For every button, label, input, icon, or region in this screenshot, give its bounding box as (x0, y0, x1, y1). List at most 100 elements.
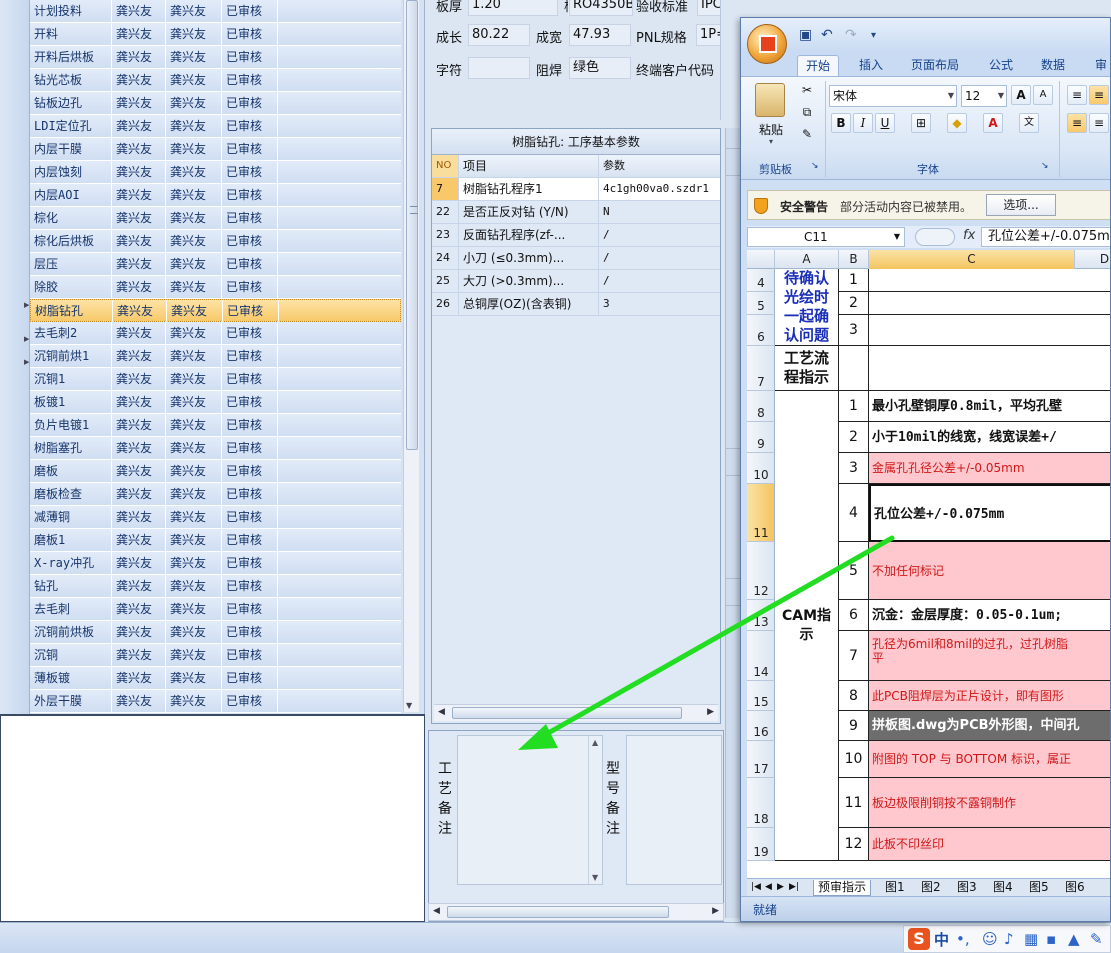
process-row[interactable]: 磨板检查 龚兴友 龚兴友 已审核 (30, 483, 401, 506)
process-row[interactable]: 层压 龚兴友 龚兴友 已审核 (30, 253, 401, 276)
align-left-icon[interactable]: ≡ (1067, 113, 1087, 133)
scroll-left-arrow-icon[interactable]: ◀ (438, 707, 445, 717)
paste-icon[interactable] (755, 83, 785, 117)
row-header[interactable]: 17 (747, 741, 775, 778)
skin-icon[interactable]: ▲ (1068, 930, 1080, 948)
row-header[interactable]: 14 (747, 631, 775, 681)
ribbon-tab[interactable]: 开始 (797, 55, 840, 76)
process-row[interactable]: 内层AOI 龚兴友 龚兴友 已审核 (30, 184, 401, 207)
sheet-tab[interactable]: 图6 (1065, 880, 1085, 896)
cell-c[interactable] (869, 346, 1110, 391)
emoji-icon[interactable]: ☺ (982, 930, 998, 948)
param-row[interactable]: 26 总铜厚(OZ)(含表铜) 3 (432, 293, 720, 316)
process-row[interactable]: 薄板镀 龚兴友 龚兴友 已审核 (30, 667, 401, 690)
process-note-field[interactable]: ▲ ▼ (457, 735, 603, 885)
active-cell-c11[interactable]: 孔位公差+/-0.075mm (869, 484, 1110, 542)
scrollbar-thumb[interactable] (406, 0, 418, 450)
scrollbar-thumb[interactable] (452, 707, 682, 719)
row-header[interactable]: 13 (747, 600, 775, 631)
scroll-left-arrow-icon[interactable]: ◀ (433, 906, 440, 916)
length-field[interactable]: 80.22 (468, 24, 530, 46)
quick-access-dropdown-icon[interactable]: ▾ (871, 30, 876, 41)
process-row[interactable]: 去毛刺2 龚兴友 龚兴友 已审核 (30, 322, 401, 345)
cell-b[interactable]: 1 (839, 269, 869, 292)
row-header[interactable]: 8 (747, 391, 775, 422)
cell-c[interactable]: 此PCB阻焊层为正片设计，即有图形 (869, 681, 1110, 711)
row-header[interactable]: 6 (747, 315, 775, 346)
row-header[interactable]: 19 (747, 828, 775, 861)
security-options-button[interactable]: 选项... (986, 194, 1056, 216)
row-header[interactable]: 16 (747, 711, 775, 741)
toolbox-icon[interactable]: ▪ (1046, 930, 1056, 948)
row-header[interactable]: 4 (747, 269, 775, 292)
thickness-field[interactable]: 1.20 (468, 0, 558, 16)
ribbon-tab[interactable]: 公式 (989, 55, 1013, 76)
bold-button[interactable]: B (831, 113, 851, 133)
cell-b[interactable]: 10 (839, 741, 869, 778)
cell-c[interactable] (869, 315, 1110, 346)
param-row[interactable]: 24 小刀 (≤0.3mm)... / (432, 247, 720, 270)
phonetic-icon[interactable]: 文 (1019, 113, 1039, 133)
process-row[interactable]: 开料 龚兴友 龚兴友 已审核 (30, 23, 401, 46)
cell-b[interactable]: 11 (839, 778, 869, 828)
merged-cell-a[interactable]: 待确认光绘时一起确认问题 (775, 269, 839, 346)
process-row[interactable]: 沉铜前烘1 龚兴友 龚兴友 已审核 (30, 345, 401, 368)
input-method-toolbar[interactable]: S 中 •, ☺ ♪ ▦ ▪ ▲ ✎ (903, 925, 1111, 953)
width-field[interactable]: 47.93 (569, 24, 631, 46)
process-row[interactable]: 开料后烘板 龚兴友 龚兴友 已审核 (30, 46, 401, 69)
shrink-font-icon[interactable]: A (1033, 85, 1053, 105)
redo-icon[interactable]: ↷ (845, 27, 857, 43)
process-row[interactable]: 内层干膜 龚兴友 龚兴友 已审核 (30, 138, 401, 161)
process-row[interactable]: 沉铜 龚兴友 龚兴友 已审核 (30, 644, 401, 667)
underline-button[interactable]: U (875, 113, 895, 133)
process-row[interactable]: 钻光芯板 龚兴友 龚兴友 已审核 (30, 69, 401, 92)
legend-field[interactable] (468, 57, 530, 79)
sheet-tab[interactable]: 图4 (993, 880, 1013, 896)
solder-mask-field[interactable]: 绿色 (569, 57, 631, 79)
sheet-tab[interactable]: 图3 (957, 880, 977, 896)
cell-c[interactable]: 此板不印丝印 (869, 828, 1110, 861)
column-header-a[interactable]: A (775, 250, 839, 269)
cell-b[interactable]: 6 (839, 600, 869, 631)
column-header-b[interactable]: B (839, 250, 869, 269)
row-header[interactable]: 12 (747, 542, 775, 600)
cell-b[interactable]: 2 (839, 292, 869, 315)
sheet-tab[interactable]: 图5 (1029, 880, 1049, 896)
process-row[interactable]: 棕化后烘板 龚兴友 龚兴友 已审核 (30, 230, 401, 253)
ribbon-tab[interactable]: 页面布局 (911, 55, 959, 76)
save-icon[interactable]: ▣ (799, 27, 812, 43)
sheet-tab[interactable]: 图2 (921, 880, 941, 896)
process-row[interactable]: 树脂塞孔 龚兴友 龚兴友 已审核 (30, 437, 401, 460)
ime-logo-icon[interactable]: S (908, 928, 930, 950)
cell-c[interactable]: 拼板图.dwg为PCB外形图，中间孔 (869, 711, 1110, 741)
font-launcher-icon[interactable]: ↘ (1041, 161, 1049, 171)
first-sheet-icon[interactable]: |◀ (751, 880, 761, 896)
cell-c[interactable]: 板边极限削铜按不露铜制作 (869, 778, 1110, 828)
scroll-right-arrow-icon[interactable]: ▶ (712, 906, 719, 916)
prev-sheet-icon[interactable]: ◀ (765, 880, 772, 896)
cell-b[interactable]: 3 (839, 315, 869, 346)
process-row[interactable]: 棕化 龚兴友 龚兴友 已审核 (30, 207, 401, 230)
name-box[interactable]: C11 ▼ (747, 227, 905, 247)
cell-c[interactable]: 不加任何标记 (869, 542, 1110, 600)
process-list-scrollbar[interactable]: ▼ (403, 0, 419, 712)
last-sheet-icon[interactable]: ▶| (789, 880, 799, 896)
ribbon-tab[interactable]: 审阅 (1095, 55, 1110, 92)
select-all-corner[interactable] (747, 250, 775, 269)
row-header[interactable]: 9 (747, 422, 775, 453)
formula-bar-expand-handle[interactable] (915, 228, 955, 246)
cell-c[interactable]: 金属孔孔径公差+/-0.05mm (869, 453, 1110, 484)
process-row[interactable]: 沉铜前烘板 龚兴友 龚兴友 已审核 (30, 621, 401, 644)
align-middle-icon[interactable]: ≡ (1089, 85, 1109, 105)
process-row[interactable]: 减薄铜 龚兴友 龚兴友 已审核 (30, 506, 401, 529)
param-row[interactable]: 25 大刀 (>0.3mm)... / (432, 270, 720, 293)
process-row[interactable]: LDI定位孔 龚兴友 龚兴友 已审核 (30, 115, 401, 138)
model-note-field[interactable] (626, 735, 722, 885)
process-row[interactable]: X-ray冲孔 龚兴友 龚兴友 已审核 (30, 552, 401, 575)
process-row[interactable]: 计划投料 龚兴友 龚兴友 已审核 (30, 0, 401, 23)
column-header-d[interactable]: D (1075, 250, 1110, 269)
cell-b[interactable]: 5 (839, 542, 869, 600)
process-row[interactable]: 磨板 龚兴友 龚兴友 已审核 (30, 460, 401, 483)
cell-b[interactable]: 12 (839, 828, 869, 861)
cell-c[interactable] (869, 292, 1110, 315)
